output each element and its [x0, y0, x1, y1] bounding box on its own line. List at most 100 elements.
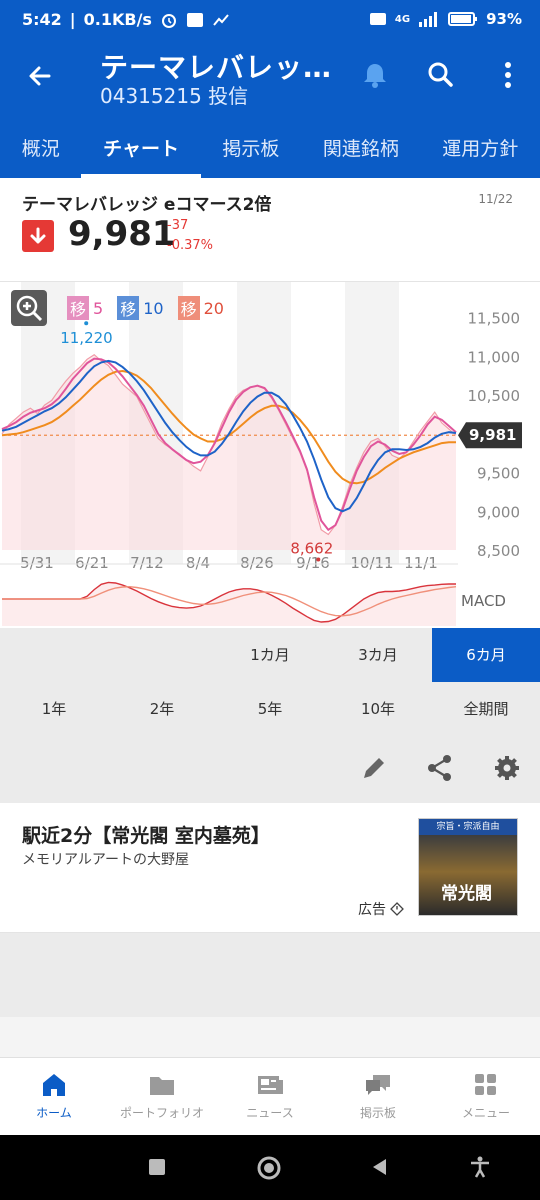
period-all[interactable]: 全期間: [432, 682, 540, 736]
home-circle-icon[interactable]: [256, 1155, 282, 1181]
gear-icon: [495, 756, 519, 780]
price-change: -37: [167, 218, 189, 233]
chat-bubbles-icon: [366, 1075, 390, 1095]
nav-menu-label: メニュー: [461, 1106, 510, 1120]
home-icon: [43, 1074, 65, 1096]
current-price: 9,981: [68, 214, 176, 254]
nav-menu[interactable]: メニュー: [432, 1058, 540, 1135]
ma10-legend-chip: 移: [117, 296, 140, 320]
ad-label[interactable]: 広告: [358, 899, 405, 919]
nav-board-label: 掲示板: [359, 1106, 396, 1120]
period-2y[interactable]: 2年: [108, 682, 216, 736]
accessibility-icon[interactable]: [468, 1155, 492, 1179]
zoom-in-icon: [16, 295, 43, 322]
tab-bar: 概況 チャート 掲示板 関連銘柄 運用方針: [0, 124, 540, 178]
ad-info-icon: [390, 902, 405, 916]
ma5-legend[interactable]: 移 5: [67, 296, 103, 320]
arrow-left-icon: [29, 66, 51, 86]
period-3m[interactable]: 3カ月: [324, 628, 432, 682]
y-tick-label: 10,500: [468, 387, 521, 405]
high-marker: [84, 321, 89, 326]
search-icon: [428, 62, 453, 87]
down-badge: [22, 220, 54, 252]
signal-icon: [419, 12, 438, 27]
period-5y[interactable]: 5年: [216, 682, 324, 736]
share-button[interactable]: [422, 750, 458, 786]
tab-board[interactable]: 掲示板: [201, 124, 301, 178]
divider: |: [69, 10, 76, 29]
period-row-1: 1カ月 3カ月 6カ月: [0, 628, 540, 682]
period-selector: 1カ月 3カ月 6カ月 1年 2年 5年 10年 全期間: [0, 628, 540, 803]
app-bar: テーマレバレッ… 04315215 投信 概況 チャート 掲示板 関連銘柄 運用…: [0, 40, 540, 178]
period-spacer: [108, 628, 216, 682]
nav-home[interactable]: ホーム: [0, 1058, 108, 1135]
chart-tools: [0, 748, 540, 788]
grid-menu-icon: [475, 1074, 496, 1095]
chart-canvas: 11,50011,00010,50010,0009,5009,0008,500 …: [0, 282, 522, 626]
nav-news-label: ニュース: [246, 1106, 294, 1120]
news-icon: [258, 1076, 283, 1094]
settings-button[interactable]: [489, 750, 525, 786]
period-spacer: [0, 628, 108, 682]
ma20-legend-chip: 移: [177, 296, 200, 320]
fund-code: 04315215 投信: [100, 84, 249, 108]
price-chart[interactable]: 11,50011,00010,50010,0009,5009,0008,500 …: [0, 282, 540, 628]
ad-advertiser: メモリアルアートの大野屋: [22, 852, 190, 868]
spacer-area-light: [0, 1017, 540, 1057]
period-row-2: 1年 2年 5年 10年 全期間: [0, 682, 540, 736]
ma10-legend[interactable]: 移 10: [117, 296, 164, 320]
x-tick-label: 6/21: [75, 554, 109, 572]
pencil-icon: [364, 758, 384, 778]
volte-icon: [369, 13, 386, 25]
period-10y[interactable]: 10年: [324, 682, 432, 736]
notification-button[interactable]: [355, 55, 395, 95]
low-label: 8,662: [290, 539, 333, 557]
alarm-icon: [161, 13, 176, 28]
tab-policy[interactable]: 運用方針: [421, 124, 540, 178]
nav-home-label: ホーム: [36, 1106, 72, 1120]
fund-name: テーマレバレッジ eコマース2倍: [22, 195, 272, 215]
ad-thumb-caption: 宗旨・宗派自由: [419, 819, 517, 835]
clock: 5:42: [22, 10, 62, 29]
ad-banner[interactable]: 駅近2分【常光閣 室内墓苑】 メモリアルアートの大野屋 広告 宗旨・宗派自由 常…: [0, 803, 540, 933]
period-1y[interactable]: 1年: [0, 682, 108, 736]
nav-portfolio-label: ポートフォリオ: [119, 1106, 204, 1120]
ad-label-text: 広告: [358, 902, 386, 918]
y-tick-label: 11,000: [468, 348, 521, 366]
ma20-legend[interactable]: 移 20: [177, 296, 224, 320]
high-label: 11,220: [60, 329, 113, 347]
system-navigation: [0, 1135, 540, 1200]
bell-icon: [364, 64, 386, 88]
battery-icon: [448, 12, 478, 26]
arrow-down-icon: [30, 227, 46, 244]
more-menu-button[interactable]: [488, 55, 528, 95]
last-price-label: 9,981: [469, 426, 516, 444]
zoom-button[interactable]: [11, 290, 47, 326]
nav-board[interactable]: 掲示板: [324, 1058, 432, 1135]
share-icon: [428, 755, 451, 781]
period-1m[interactable]: 1カ月: [216, 628, 324, 682]
tab-chart[interactable]: チャート: [81, 124, 201, 178]
price-date: 11/22: [478, 192, 513, 206]
tab-related[interactable]: 関連銘柄: [301, 124, 420, 178]
nav-news[interactable]: ニュース: [216, 1058, 324, 1135]
ad-title[interactable]: 駅近2分【常光閣 室内墓苑】: [22, 821, 270, 848]
network-type: 4G: [394, 13, 411, 25]
x-tick-label: 10/11: [350, 554, 393, 572]
draw-button[interactable]: [356, 750, 392, 786]
x-tick-label: 11/1: [404, 554, 438, 572]
nav-portfolio[interactable]: ポートフォリオ: [108, 1058, 216, 1135]
recent-apps-icon[interactable]: [147, 1157, 167, 1177]
chart-notification-icon: [213, 13, 229, 26]
more-vertical-icon: [505, 62, 511, 88]
search-button[interactable]: [420, 55, 460, 95]
ad-thumb-title: 常光閣: [441, 884, 492, 904]
status-bar: 5:42 | 0.1KB/s 4G 93%: [0, 0, 540, 40]
back-button[interactable]: [20, 56, 60, 96]
back-triangle-icon[interactable]: [370, 1157, 390, 1177]
period-6m[interactable]: 6カ月: [432, 628, 540, 682]
ad-thumbnail[interactable]: 宗旨・宗派自由 常光閣: [418, 818, 518, 916]
ma5-legend-period: 5: [93, 298, 104, 318]
app-notification-icon: [186, 12, 203, 27]
tab-overview[interactable]: 概況: [0, 124, 81, 178]
